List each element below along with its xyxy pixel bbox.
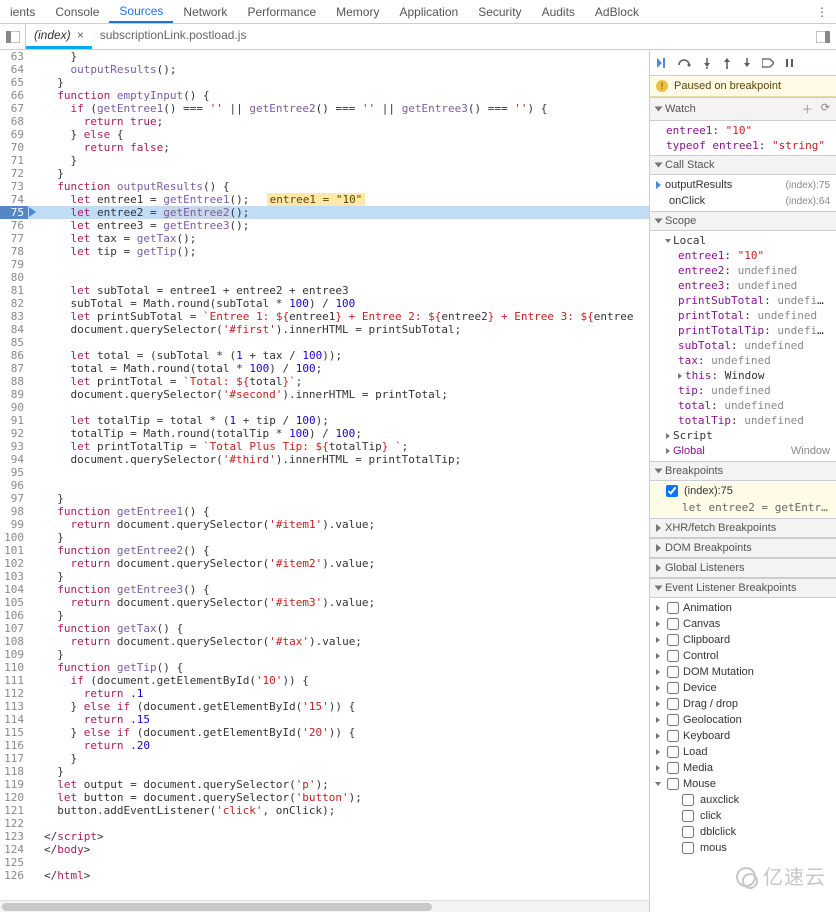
scope-var[interactable]: tip: undefined	[650, 383, 836, 398]
scope-var[interactable]: subTotal: undefined	[650, 338, 836, 353]
event-category[interactable]: Media	[650, 760, 836, 776]
event-sub-checkbox[interactable]	[682, 810, 694, 822]
event-category-checkbox[interactable]	[667, 746, 679, 758]
step-button[interactable]	[742, 57, 752, 69]
top-tab-ients[interactable]: ients	[0, 0, 45, 23]
add-watch-icon[interactable]: ＋	[802, 101, 813, 117]
close-icon[interactable]: ×	[77, 28, 84, 42]
callstack-frame[interactable]: outputResults(index):75	[650, 177, 836, 193]
top-tab-console[interactable]: Console	[45, 0, 109, 23]
file-tab[interactable]: subscriptionLink.postload.js	[92, 24, 255, 49]
file-tab-bar: (index)×subscriptionLink.postload.js	[0, 24, 836, 50]
file-tab[interactable]: (index)×	[26, 24, 92, 49]
scope-global[interactable]: GlobalWindow	[650, 443, 836, 459]
debug-toolbar	[650, 50, 836, 76]
scope-var[interactable]: entree3: undefined	[650, 278, 836, 293]
scope-var[interactable]: totalTip: undefined	[650, 413, 836, 428]
event-category[interactable]: Drag / drop	[650, 696, 836, 712]
event-category[interactable]: Clipboard	[650, 632, 836, 648]
devtools-top-tabs: ientsConsoleSourcesNetworkPerformanceMem…	[0, 0, 836, 24]
show-navigator-button[interactable]	[0, 24, 26, 49]
watch-section-header[interactable]: Watch ＋ ⟳	[650, 97, 836, 121]
event-category-checkbox[interactable]	[667, 650, 679, 662]
resume-button[interactable]	[656, 57, 668, 69]
top-tab-security[interactable]: Security	[468, 0, 531, 23]
xhr-breakpoints-header[interactable]: XHR/fetch Breakpoints	[650, 518, 836, 538]
event-sub[interactable]: auxclick	[650, 792, 836, 808]
breakpoints-section-header[interactable]: Breakpoints	[650, 461, 836, 481]
event-category-checkbox[interactable]	[667, 730, 679, 742]
event-category[interactable]: Mouse	[650, 776, 836, 792]
event-category[interactable]: Keyboard	[650, 728, 836, 744]
watch-item[interactable]: typeof entree1: "string"	[650, 138, 836, 153]
event-category[interactable]: Load	[650, 744, 836, 760]
more-tabs-icon[interactable]: ⋮	[808, 5, 836, 19]
event-category-checkbox[interactable]	[667, 698, 679, 710]
event-category[interactable]: Animation	[650, 600, 836, 616]
step-into-button[interactable]	[702, 57, 712, 69]
step-over-button[interactable]	[678, 57, 692, 69]
event-category-checkbox[interactable]	[667, 682, 679, 694]
event-sub-checkbox[interactable]	[682, 826, 694, 838]
event-category[interactable]: Geolocation	[650, 712, 836, 728]
event-listener-bp-header[interactable]: Event Listener Breakpoints	[650, 578, 836, 598]
scope-var[interactable]: printTotal: undefined	[650, 308, 836, 323]
callstack-frame[interactable]: onClick(index):64	[650, 193, 836, 209]
scope-var[interactable]: entree1: "10"	[650, 248, 836, 263]
refresh-watch-icon[interactable]: ⟳	[821, 101, 830, 117]
scope-var[interactable]: tax: undefined	[650, 353, 836, 368]
event-category[interactable]: Canvas	[650, 616, 836, 632]
event-category-checkbox[interactable]	[667, 762, 679, 774]
warning-icon: !	[656, 80, 668, 92]
top-tab-network[interactable]: Network	[173, 0, 237, 23]
event-sub[interactable]: click	[650, 808, 836, 824]
global-listeners-header[interactable]: Global Listeners	[650, 558, 836, 578]
scope-var[interactable]: entree2: undefined	[650, 263, 836, 278]
debugger-sidebar: ! Paused on breakpoint Watch ＋ ⟳ entree1…	[650, 50, 836, 912]
scope-local[interactable]: Local	[650, 233, 836, 248]
top-tab-performance[interactable]: Performance	[237, 0, 326, 23]
event-category-checkbox[interactable]	[667, 666, 679, 678]
event-sub[interactable]: dblclick	[650, 824, 836, 840]
callstack-section-header[interactable]: Call Stack	[650, 155, 836, 175]
top-tab-sources[interactable]: Sources	[109, 0, 173, 23]
top-tab-memory[interactable]: Memory	[326, 0, 389, 23]
breakpoint-checkbox[interactable]	[666, 485, 678, 497]
paused-text: Paused on breakpoint	[674, 80, 781, 92]
top-tab-application[interactable]: Application	[389, 0, 468, 23]
event-category-checkbox[interactable]	[667, 634, 679, 646]
scope-section-header[interactable]: Scope	[650, 211, 836, 231]
deactivate-breakpoints-button[interactable]	[762, 57, 774, 69]
more-options-button[interactable]	[810, 24, 836, 49]
event-category-checkbox[interactable]	[667, 714, 679, 726]
code-lines[interactable]: 63 }64 outputResults();65 }66 function e…	[0, 50, 649, 882]
event-sub-checkbox[interactable]	[682, 842, 694, 854]
scope-var[interactable]: this: Window	[650, 368, 836, 383]
event-sub-checkbox[interactable]	[682, 794, 694, 806]
top-tab-adblock[interactable]: AdBlock	[585, 0, 649, 23]
paused-banner: ! Paused on breakpoint	[650, 76, 836, 97]
watch-item[interactable]: entree1: "10"	[650, 123, 836, 138]
event-category-checkbox[interactable]	[667, 778, 679, 790]
step-out-button[interactable]	[722, 57, 732, 69]
scope-script[interactable]: Script	[650, 428, 836, 443]
event-sub[interactable]: mous	[650, 840, 836, 856]
event-category[interactable]: Control	[650, 648, 836, 664]
event-category[interactable]: DOM Mutation	[650, 664, 836, 680]
code-editor: 63 }64 outputResults();65 }66 function e…	[0, 50, 650, 912]
scope-var[interactable]: total: undefined	[650, 398, 836, 413]
scope-var[interactable]: printTotalTip: undefined	[650, 323, 836, 338]
top-tab-audits[interactable]: Audits	[532, 0, 585, 23]
pause-on-exceptions-button[interactable]	[784, 57, 796, 69]
dom-breakpoints-header[interactable]: DOM Breakpoints	[650, 538, 836, 558]
breakpoint-snippet: let entree2 = getEntree2…	[650, 499, 836, 516]
horizontal-scrollbar[interactable]	[0, 900, 649, 912]
event-category-checkbox[interactable]	[667, 618, 679, 630]
event-category-checkbox[interactable]	[667, 602, 679, 614]
event-category[interactable]: Device	[650, 680, 836, 696]
scope-var[interactable]: printSubTotal: undefined	[650, 293, 836, 308]
breakpoint-item[interactable]: (index):75	[650, 483, 836, 499]
